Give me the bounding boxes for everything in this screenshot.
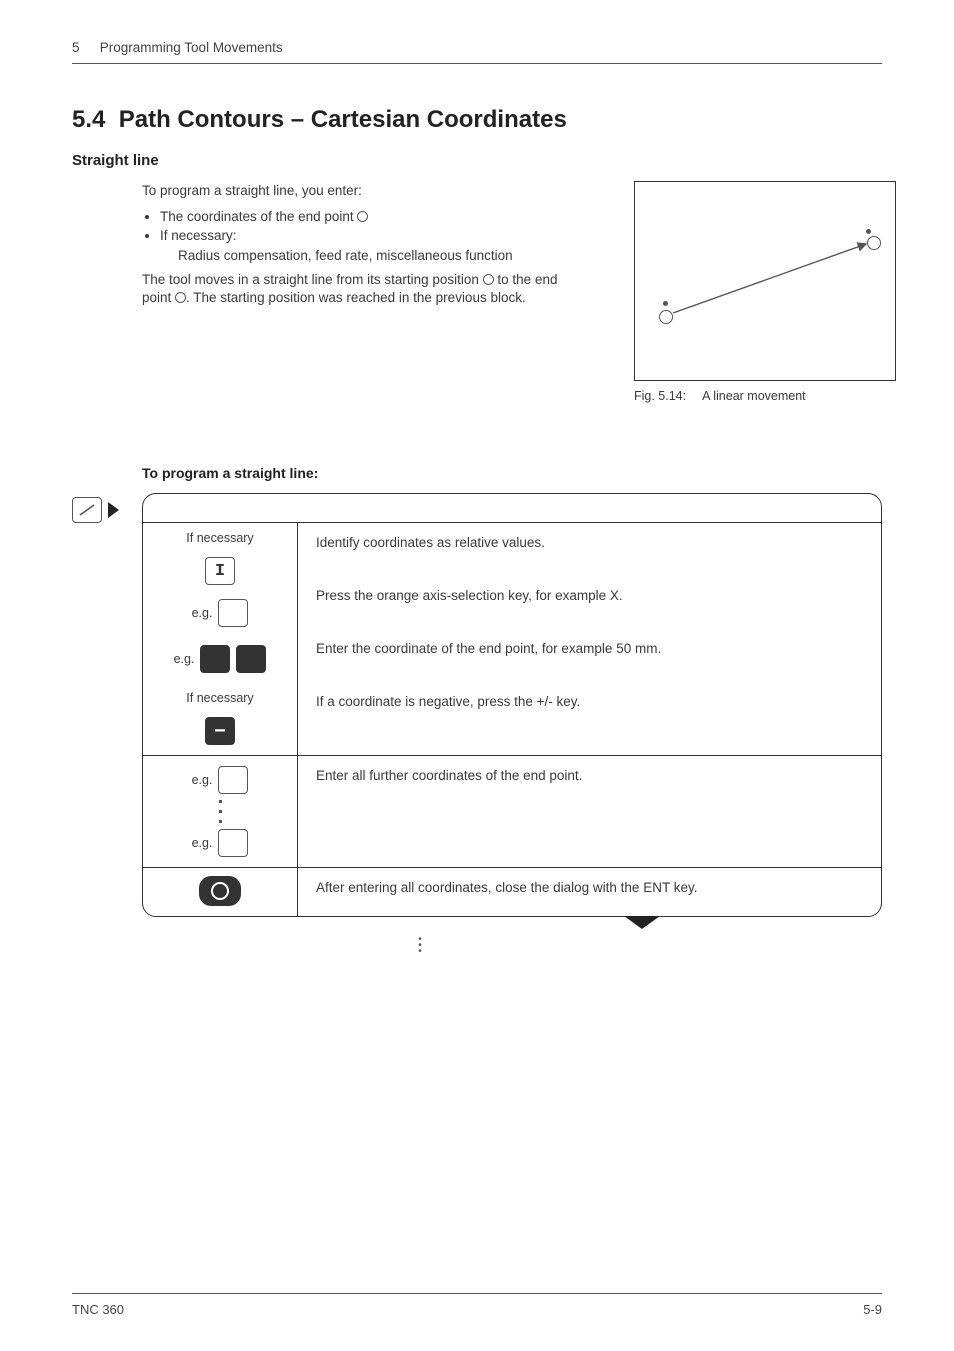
chapter-title: Programming Tool Movements (100, 40, 283, 55)
step2-desc: Press the orange axis-selection key, for… (316, 588, 623, 603)
start-dot-icon (663, 301, 668, 306)
section-heading: 5.4 Path Contours – Cartesian Coordinate… (72, 106, 882, 134)
step5-keycol: e.g. e.g. (143, 756, 298, 867)
line-key-icon (72, 497, 102, 523)
numeric-key-b (236, 645, 266, 673)
step5-desc: Enter all further coordinates of the end… (298, 756, 881, 867)
step-row-6: After entering all coordinates, close th… (143, 867, 881, 916)
step5-label-b: e.g. (192, 836, 213, 850)
step-row-1: If necessary I e.g. e.g. (143, 522, 881, 755)
step4-desc: If a coordinate is negative, press the +… (316, 694, 580, 709)
step-row-5: e.g. e.g. Enter all further coordinates … (143, 755, 881, 867)
step4-label: If necessary (186, 691, 253, 705)
figure-caption-label: Fig. 5.14: (634, 389, 686, 403)
step-header-blank (143, 494, 881, 522)
page-footer: TNC 360 5-9 (72, 1293, 882, 1317)
end-dot-icon (866, 229, 871, 234)
footer-left: TNC 360 (72, 1302, 124, 1317)
running-head: 5 Programming Tool Movements (72, 40, 882, 55)
figure-caption-text: A linear movement (702, 389, 806, 403)
section-title-text: Path Contours – Cartesian Coordinates (119, 106, 567, 133)
bullet-ifnecessary: If necessary: Radius compensation, feed … (160, 226, 612, 265)
chapter-number: 5 (72, 40, 96, 55)
intro-lead: To program a straight line, you enter: (142, 181, 612, 201)
steps-box: If necessary I e.g. e.g. (142, 493, 882, 917)
subheading-straight-line: Straight line (72, 152, 882, 169)
step5-label-a: e.g. (192, 773, 213, 787)
intro-text: To program a straight line, you enter: T… (72, 181, 612, 312)
step3-desc: Enter the coordinate of the end point, f… (316, 641, 661, 656)
step1-desc: Identify coordinates as relative values. (316, 535, 545, 550)
start-symbol-icon (483, 274, 494, 285)
key-I: I (205, 557, 235, 585)
ent-key-icon (199, 876, 241, 906)
play-triangle-icon (108, 502, 119, 518)
step2-label: e.g. (192, 606, 213, 620)
section-number: 5.4 (72, 106, 105, 133)
vertical-dots-a (219, 800, 222, 823)
figure-caption: Fig. 5.14: A linear movement (634, 389, 806, 403)
down-triangle-icon (624, 916, 660, 929)
further-key-a (218, 766, 248, 794)
end-circle-icon (867, 236, 881, 250)
further-key-b (218, 829, 248, 857)
step1-label: If necessary (186, 531, 253, 545)
bullet-endpoint: The coordinates of the end point (160, 207, 612, 227)
program-heading: To program a straight line: (72, 465, 882, 481)
end-symbol-icon (175, 292, 186, 303)
figure-wrap: Fig. 5.14: A linear movement (634, 181, 896, 403)
step3-label: e.g. (174, 652, 195, 666)
footer-rule (72, 1293, 882, 1294)
intro-bullet-list: The coordinates of the end point If nece… (142, 207, 612, 266)
footer-right: 5-9 (863, 1302, 882, 1317)
figure-line-svg (635, 182, 897, 382)
numeric-key-a (200, 645, 230, 673)
program-sequence: If necessary I e.g. e.g. (72, 493, 882, 955)
step6-desc: After entering all coordinates, close th… (298, 868, 881, 916)
figure-linear-movement (634, 181, 896, 381)
plus-minus-key: − (205, 717, 235, 745)
step1-keycol: If necessary I e.g. e.g. (143, 523, 298, 755)
header-rule (72, 63, 882, 64)
vertical-dots-b: ••• (402, 937, 438, 955)
start-circle-icon (659, 310, 673, 324)
steps1-4-descs: Identify coordinates as relative values.… (298, 523, 881, 755)
endpoint-symbol-icon (357, 211, 368, 222)
continue-indicator: ••• (402, 916, 882, 955)
axis-key-blank (218, 599, 248, 627)
lead-keys (72, 493, 134, 523)
movement-note: The tool moves in a straight line from i… (142, 271, 612, 306)
intro-block: To program a straight line, you enter: T… (72, 181, 882, 403)
step6-keycol (143, 868, 298, 916)
